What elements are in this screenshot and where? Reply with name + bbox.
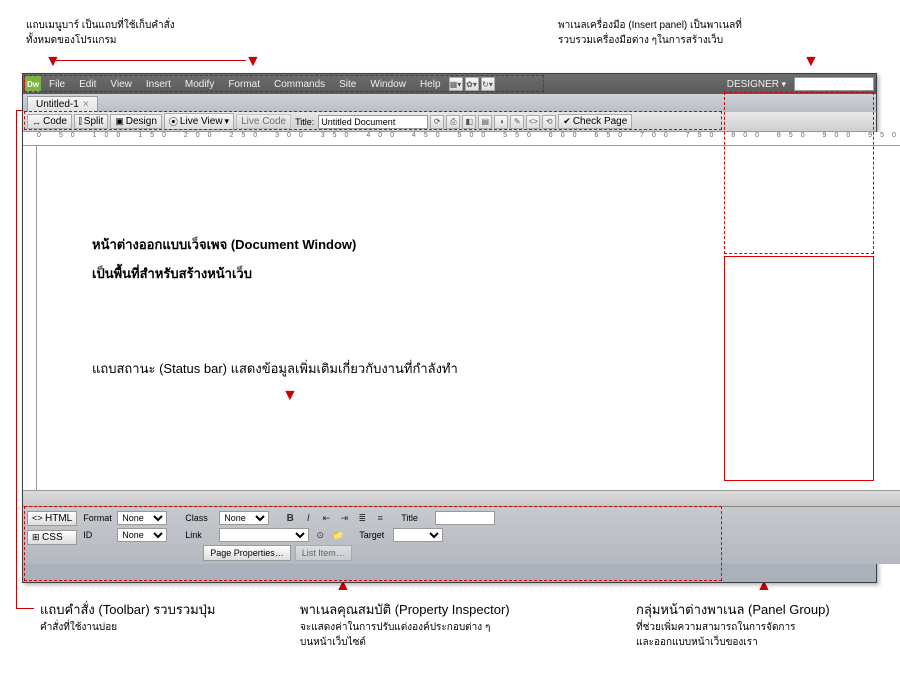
list-item-button[interactable]: List Item… [295,545,352,561]
document-canvas[interactable]: หน้าต่างออกแบบเว็จเพจ (Document Window) … [37,146,900,490]
id-select[interactable]: None [117,528,167,542]
title-label: Title: [293,117,316,127]
sync-icon[interactable]: ↻▾ [481,77,495,91]
menu-view[interactable]: View [104,77,138,92]
live-view-button[interactable]: ⦿Live View ▾ [164,113,234,130]
annot-insert-l1: พาเนลเครื่องมือ (Insert panel) เป็นพาเนล… [558,18,742,33]
toolbar-icon[interactable]: ◑ [494,115,508,129]
class-label: Class [185,513,215,523]
title-label: Title [401,513,431,523]
connector-line [16,608,34,609]
link-label: Link [185,530,215,540]
point-to-file-icon[interactable]: ⊙ [313,528,327,542]
live-code-button[interactable]: Live Code [236,114,291,129]
split-view-button[interactable]: ⫿Split [74,114,108,129]
page-properties-button[interactable]: Page Properties… [203,545,291,561]
annot-panelgroup-l2: ที่ช่วยเพิ่มความสามารถในการจัดการ [636,620,830,635]
menu-site[interactable]: Site [333,77,362,92]
annot-statusbar: แถบสถานะ (Status bar) แสดงข้อมูลเพิ่มเติ… [92,358,874,379]
annot-toolbar-l1: แถบคำสั่ง (Toolbar) รวบรวมปุ่ม [40,602,216,617]
toolbar-icon[interactable]: ⟲ [542,115,556,129]
document-tabs: Untitled-1 × [23,94,876,112]
ul-icon[interactable]: ≣ [355,511,369,525]
menubar: Dw File Edit View Insert Modify Format C… [23,74,876,94]
extend-icon[interactable]: ✿▾ [465,77,479,91]
check-page-button[interactable]: ✔Check Page [558,114,632,129]
annot-docwin-l2: เป็นพื้นที่สำหรับสร้างหน้าเว็บ [92,260,874,289]
document-toolbar: ↔Code ⫿Split ▣Design ⦿Live View ▾ Live C… [23,112,876,132]
class-select[interactable]: None [219,511,269,525]
link-select[interactable] [219,528,309,542]
menu-edit[interactable]: Edit [73,77,102,92]
menu-help[interactable]: Help [414,77,447,92]
annot-panelgroup-l1: กลุ่มหน้าต่างพาเนล (Panel Group) [636,600,830,620]
folder-icon[interactable]: 📁 [331,528,345,542]
tab-label: Untitled-1 [36,99,79,110]
target-label: Target [359,530,389,540]
italic-icon[interactable]: I [301,511,315,525]
target-select[interactable] [393,528,443,542]
menu-insert[interactable]: Insert [140,77,177,92]
toolbar-icon[interactable]: ⎙ [446,115,460,129]
prop-css-tab[interactable]: ⊞ CSS [27,530,77,545]
ol-icon[interactable]: ≡ [373,511,387,525]
ruler-horizontal: 0 50 100 150 200 250 300 350 400 450 500… [23,132,900,146]
arrow-down-icon: ▼ [45,53,61,71]
app-window: Dw File Edit View Insert Modify Format C… [22,73,877,583]
statusbar [23,490,900,506]
annot-panelgroup-l3: และออกแบบหน้าเว็บของเรา [636,635,830,650]
annot-menubar-l2: ทั้งหมดของโปรแกรม [26,33,175,48]
annot-toolbar-l2: คำสั่งที่ใช้งานบ่อย [40,620,216,635]
menu-window[interactable]: Window [364,77,412,92]
annot-property-l3: บนหน้าเว็บไซต์ [300,635,510,650]
title-input[interactable] [435,511,495,525]
document-area: 0 50 100 150 200 250 300 350 400 450 500… [23,132,900,564]
arrow-down-icon: ▼ [245,53,261,71]
connector-line [53,60,246,62]
property-inspector: <> HTML ⊞ CSS Format None Class None B I… [23,506,900,564]
annot-docwin-l1: หน้าต่างออกแบบเว็จเพจ (Document Window) [92,231,874,260]
indent-icon[interactable]: ⇥ [337,511,351,525]
outdent-icon[interactable]: ⇤ [319,511,333,525]
menu-format[interactable]: Format [222,77,266,92]
design-view-button[interactable]: ▣Design [110,114,162,129]
title-input[interactable] [318,115,428,129]
prop-html-tab[interactable]: <> HTML [27,511,77,526]
format-select[interactable]: None [117,511,167,525]
toolbar-icon[interactable]: ✎ [510,115,524,129]
format-label: Format [83,513,113,523]
tab-untitled[interactable]: Untitled-1 × [27,96,98,112]
workspace-switcher[interactable]: DESIGNER ▾ [723,79,790,90]
toolbar-icon[interactable]: <> [526,115,540,129]
menu-file[interactable]: File [43,77,71,92]
search-input[interactable] [794,77,874,91]
menu-commands[interactable]: Commands [268,77,331,92]
annot-property-l1: พาเนลคุณสมบัติ (Property Inspector) [300,602,510,617]
close-icon[interactable]: × [83,99,89,110]
arrow-down-icon: ▼ [282,387,900,405]
menu-modify[interactable]: Modify [179,77,220,92]
id-label: ID [83,530,113,540]
code-view-button[interactable]: ↔Code [27,114,72,129]
toolbar-icon[interactable]: ◧ [462,115,476,129]
toolbar-icon[interactable]: ⟳ [430,115,444,129]
app-logo-icon: Dw [25,76,41,92]
annot-menubar-l1: แถบเมนูบาร์ เป็นแถบที่ใช้เก็บคำสั่ง [26,18,175,33]
layout-icon[interactable]: ▦▾ [449,77,463,91]
annot-property-l2: จะแสดงค่าในการปรับแต่งองค์ประกอบต่าง ๆ [300,620,510,635]
arrow-down-icon: ▼ [803,53,819,71]
ruler-vertical [23,146,37,490]
toolbar-icon[interactable]: ▤ [478,115,492,129]
connector-line [16,110,17,608]
annot-insert-l2: รวบรวมเครื่องมือต่าง ๆในการสร้างเว็บ [558,33,742,48]
bold-icon[interactable]: B [283,511,297,525]
workspace: 0 50 100 150 200 250 300 350 400 450 500… [23,132,876,564]
